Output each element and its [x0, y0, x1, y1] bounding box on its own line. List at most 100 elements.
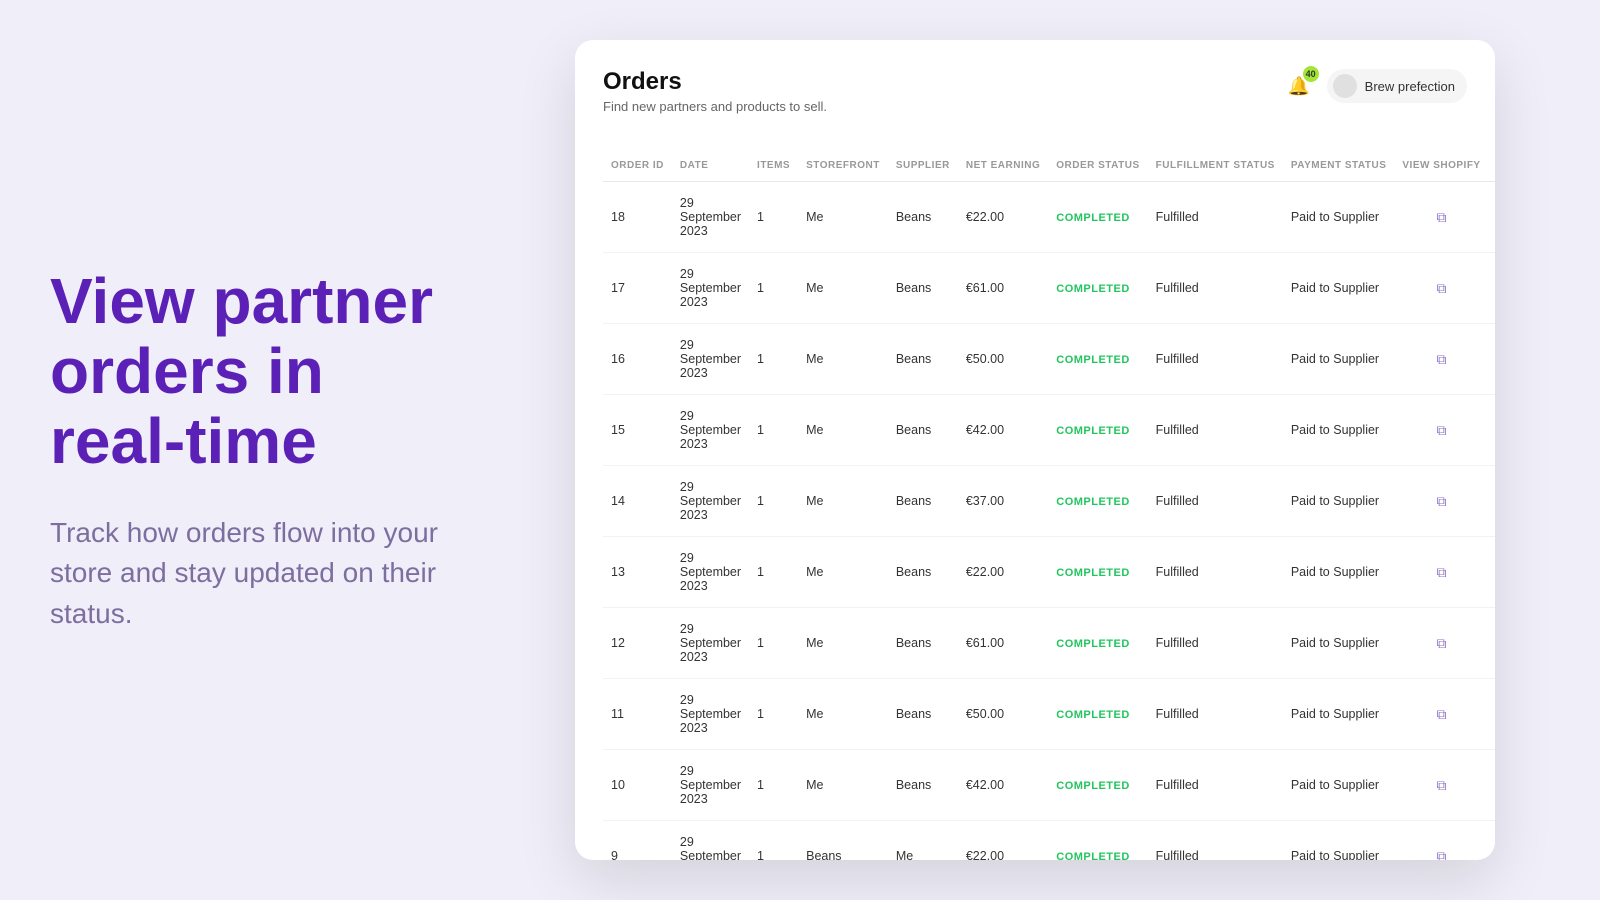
table-row: 10 29 September 2023 1 Me Beans €42.00 C… [603, 750, 1495, 821]
cell-view-shopify[interactable]: ⧉ [1394, 750, 1488, 821]
table-row: 17 29 September 2023 1 Me Beans €61.00 C… [603, 253, 1495, 324]
shopify-link-icon[interactable]: ⧉ [1436, 777, 1446, 793]
cell-order-status: COMPLETED [1048, 182, 1147, 253]
cell-earning: €22.00 [958, 537, 1048, 608]
cell-order-id: 14 [603, 466, 672, 537]
cell-storefront: Me [798, 253, 888, 324]
cell-earning: €22.00 [958, 821, 1048, 861]
cell-storefront: Me [798, 466, 888, 537]
cell-order-status: COMPLETED [1048, 537, 1147, 608]
cell-supplier: Beans [888, 466, 958, 537]
hero-title: View partner orders in real-time [50, 266, 440, 477]
cell-date: 29 September 2023 [672, 608, 749, 679]
table-row: 14 29 September 2023 1 Me Beans €37.00 C… [603, 466, 1495, 537]
cell-date: 29 September 2023 [672, 679, 749, 750]
cell-view-proposal[interactable]: ⧉ [1489, 750, 1495, 821]
cell-items: 1 [749, 537, 798, 608]
cell-earning: €42.00 [958, 750, 1048, 821]
cell-supplier: Beans [888, 750, 958, 821]
avatar [1333, 74, 1357, 98]
cell-fulfillment: Fulfilled [1148, 253, 1283, 324]
cell-order-status: COMPLETED [1048, 324, 1147, 395]
cell-fulfillment: Fulfilled [1148, 182, 1283, 253]
cell-payment: Paid to Supplier [1283, 466, 1395, 537]
cell-supplier: Beans [888, 324, 958, 395]
cell-payment: Paid to Supplier [1283, 395, 1395, 466]
table-row: 12 29 September 2023 1 Me Beans €61.00 C… [603, 608, 1495, 679]
cell-fulfillment: Fulfilled [1148, 466, 1283, 537]
user-chip[interactable]: Brew prefection [1327, 69, 1467, 103]
cell-view-shopify[interactable]: ⧉ [1394, 395, 1488, 466]
cell-items: 1 [749, 182, 798, 253]
cell-order-id: 15 [603, 395, 672, 466]
table-row: 15 29 September 2023 1 Me Beans €42.00 C… [603, 395, 1495, 466]
col-storefront: STOREFRONT [798, 150, 888, 182]
cell-date: 29 September 2023 [672, 537, 749, 608]
cell-order-id: 9 [603, 821, 672, 861]
cell-date: 29 September 2023 [672, 750, 749, 821]
shopify-link-icon[interactable]: ⧉ [1436, 635, 1446, 651]
shopify-link-icon[interactable]: ⧉ [1436, 564, 1446, 580]
shopify-link-icon[interactable]: ⧉ [1436, 706, 1446, 722]
cell-items: 1 [749, 324, 798, 395]
cell-view-proposal[interactable]: ⧉ [1489, 608, 1495, 679]
cell-storefront: Me [798, 182, 888, 253]
cell-items: 1 [749, 253, 798, 324]
cell-payment: Paid to Supplier [1283, 750, 1395, 821]
cell-items: 1 [749, 821, 798, 861]
cell-view-proposal[interactable]: ⧉ [1489, 395, 1495, 466]
shopify-link-icon[interactable]: ⧉ [1436, 280, 1446, 296]
cell-order-id: 17 [603, 253, 672, 324]
cell-order-status: COMPLETED [1048, 608, 1147, 679]
cell-earning: €22.00 [958, 182, 1048, 253]
cell-payment: Paid to Supplier [1283, 537, 1395, 608]
cell-date: 29 September 2023 [672, 324, 749, 395]
cell-order-id: 18 [603, 182, 672, 253]
cell-view-proposal[interactable]: ⧉ [1489, 466, 1495, 537]
shopify-link-icon[interactable]: ⧉ [1436, 351, 1446, 367]
cell-view-proposal[interactable]: ⧉ [1489, 821, 1495, 861]
cell-supplier: Beans [888, 395, 958, 466]
cell-storefront: Beans [798, 821, 888, 861]
cell-order-id: 13 [603, 537, 672, 608]
cell-fulfillment: Fulfilled [1148, 324, 1283, 395]
cell-view-shopify[interactable]: ⧉ [1394, 679, 1488, 750]
shopify-link-icon[interactable]: ⧉ [1436, 493, 1446, 509]
cell-view-shopify[interactable]: ⧉ [1394, 608, 1488, 679]
cell-view-proposal[interactable]: ⧉ [1489, 537, 1495, 608]
cell-earning: €61.00 [958, 253, 1048, 324]
cell-view-shopify[interactable]: ⧉ [1394, 253, 1488, 324]
col-supplier: SUPPLIER [888, 150, 958, 182]
cell-order-id: 10 [603, 750, 672, 821]
cell-storefront: Me [798, 750, 888, 821]
table-row: 11 29 September 2023 1 Me Beans €50.00 C… [603, 679, 1495, 750]
user-name: Brew prefection [1365, 79, 1455, 94]
cell-items: 1 [749, 466, 798, 537]
table-row: 9 29 September 2023 1 Beans Me €22.00 CO… [603, 821, 1495, 861]
table-row: 13 29 September 2023 1 Me Beans €22.00 C… [603, 537, 1495, 608]
cell-earning: €50.00 [958, 324, 1048, 395]
shopify-link-icon[interactable]: ⧉ [1436, 422, 1446, 438]
app-title-block: Orders Find new partners and products to… [603, 68, 827, 114]
cell-items: 1 [749, 608, 798, 679]
notification-button[interactable]: 🔔 40 [1281, 68, 1317, 104]
shopify-link-icon[interactable]: ⧉ [1436, 209, 1446, 225]
cell-view-shopify[interactable]: ⧉ [1394, 466, 1488, 537]
hero-subtitle: Track how orders flow into your store an… [50, 513, 440, 635]
cell-supplier: Beans [888, 182, 958, 253]
cell-view-proposal[interactable]: ⧉ [1489, 324, 1495, 395]
cell-view-shopify[interactable]: ⧉ [1394, 182, 1488, 253]
cell-view-proposal[interactable]: ⧉ [1489, 679, 1495, 750]
cell-fulfillment: Fulfilled [1148, 608, 1283, 679]
cell-date: 29 September 2023 [672, 395, 749, 466]
cell-storefront: Me [798, 324, 888, 395]
shopify-link-icon[interactable]: ⧉ [1436, 848, 1446, 861]
cell-supplier: Beans [888, 608, 958, 679]
cell-view-shopify[interactable]: ⧉ [1394, 537, 1488, 608]
cell-view-proposal[interactable]: ⧉ [1489, 253, 1495, 324]
cell-view-shopify[interactable]: ⧉ [1394, 821, 1488, 861]
col-items: ITEMS [749, 150, 798, 182]
cell-items: 1 [749, 679, 798, 750]
cell-view-shopify[interactable]: ⧉ [1394, 324, 1488, 395]
cell-view-proposal[interactable]: ⧉ [1489, 182, 1495, 253]
